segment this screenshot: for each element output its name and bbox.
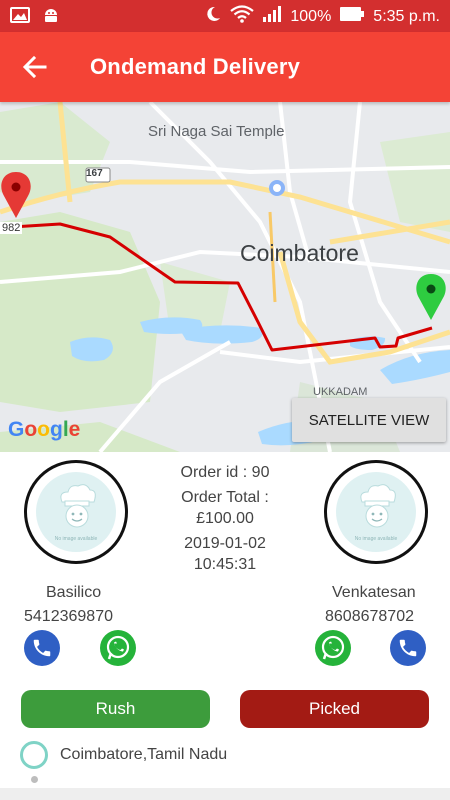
page-title: Ondemand Delivery [90, 54, 301, 79]
picked-button[interactable]: Picked [240, 690, 429, 728]
customer-name: Venkatesan [332, 584, 416, 601]
restaurant-avatar: No image available [24, 460, 128, 564]
whatsapp-icon [106, 635, 130, 660]
map-label-temple: Sri Naga Sai Temple [148, 123, 285, 140]
location-row: Coimbatore,Tamil Nadu [20, 740, 227, 770]
customer-call-button[interactable] [390, 630, 426, 666]
order-summary: Order id : 90 Order Total : £100.00 2019… [160, 462, 290, 575]
restaurant-call-button[interactable] [24, 630, 60, 666]
status-time: 5:35 p.m. [373, 7, 440, 25]
chef-placeholder-icon: No image available [336, 472, 416, 552]
order-id: Order id : 90 [180, 464, 270, 481]
app-bar: Ondemand Delivery [0, 32, 450, 102]
bottom-strip [0, 788, 450, 800]
whatsapp-icon [321, 635, 345, 660]
battery-percent: 100% [290, 7, 332, 25]
do-not-disturb-moon-icon [204, 5, 222, 28]
android-icon [42, 6, 60, 29]
wifi-icon [230, 5, 255, 28]
location-radio[interactable] [20, 741, 48, 769]
phone-icon [399, 639, 417, 657]
map-edge-label: 982 [0, 222, 23, 234]
phone-icon [33, 639, 51, 657]
screen: 100% 5:35 p.m. Ondemand Delivery Sri Nag… [0, 0, 450, 800]
battery-icon [339, 6, 365, 27]
customer-avatar: No image available [324, 460, 428, 564]
gallery-icon [10, 7, 30, 28]
location-text: Coimbatore,Tamil Nadu [60, 746, 228, 763]
google-logo: Google [8, 418, 81, 441]
back-arrow-icon [22, 55, 47, 79]
pager-dot [31, 776, 38, 783]
order-total-value: £100.00 [196, 510, 254, 527]
restaurant-phone: 5412369870 [24, 608, 113, 625]
back-button[interactable] [18, 52, 52, 82]
map-highway-shield-label: 167 [86, 168, 103, 179]
status-bar: 100% 5:35 p.m. [0, 0, 450, 32]
map-label-city: Coimbatore [240, 240, 359, 266]
rush-button[interactable]: Rush [21, 690, 210, 728]
customer-whatsapp-button[interactable] [315, 630, 351, 666]
map-label-area: UKKADAM [313, 386, 368, 398]
satellite-view-button[interactable]: SATELLITE VIEW [292, 398, 446, 442]
avatar-caption: No image available [354, 536, 398, 542]
avatar-caption: No image available [54, 536, 98, 542]
order-total-label: Order Total : [181, 489, 269, 506]
restaurant-whatsapp-button[interactable] [100, 630, 136, 666]
signal-icon [262, 5, 282, 28]
customer-phone: 8608678702 [325, 608, 414, 625]
map-view[interactable]: Sri Naga Sai Temple Coimbatore UKKADAM 1… [0, 102, 450, 452]
chef-placeholder-icon: No image available [36, 472, 116, 552]
order-date: 2019-01-02 [184, 535, 266, 552]
restaurant-name: Basilico [46, 584, 102, 601]
order-time: 10:45:31 [193, 556, 257, 573]
